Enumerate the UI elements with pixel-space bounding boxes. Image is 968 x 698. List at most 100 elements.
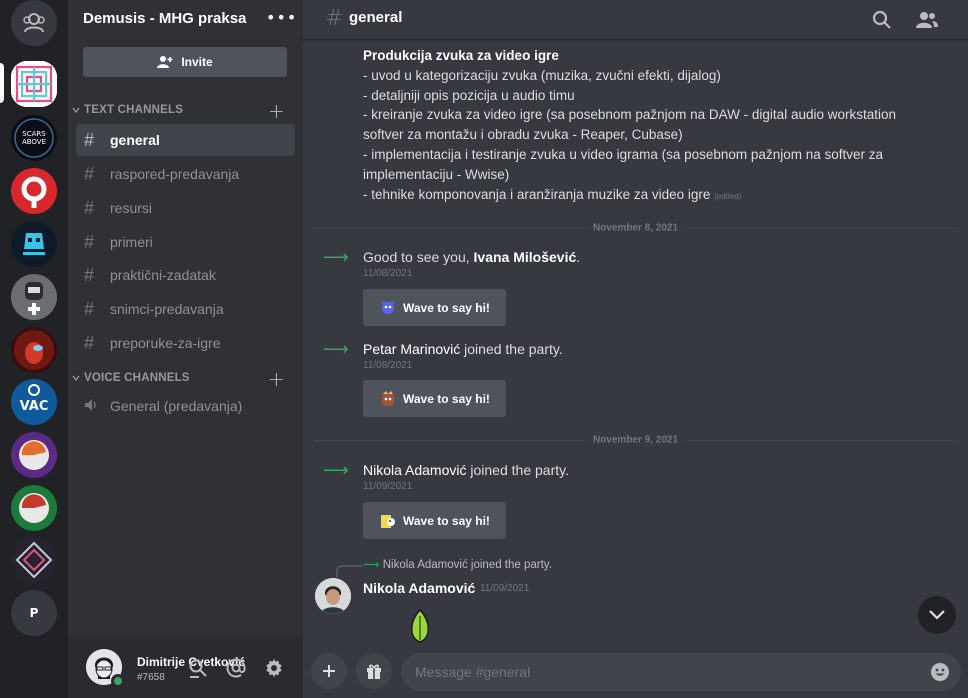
date-divider-label: November 9, 2021 [584,434,687,446]
selected-server-indicator [0,63,4,103]
server-among-us[interactable] [11,327,57,373]
join-arrow-icon: ⟶ [363,559,380,571]
attach-button[interactable] [311,653,347,689]
emoji-button[interactable] [929,661,951,683]
invite-label: Invite [181,55,213,69]
channel-general[interactable]: # general [76,124,295,156]
member-name[interactable]: Ivana Milošević [474,249,577,265]
user-settings-button[interactable] [263,657,285,679]
jump-to-bottom-button[interactable] [918,596,956,634]
emoji-icon [931,663,949,681]
gift-button[interactable] [356,653,392,689]
wave-button[interactable]: Wave to say hi! [363,502,506,539]
channel-sidebar: Demusis - MHG praksa ••• Invite TEXT CHA… [68,0,303,698]
sticker-wave-icon [382,390,394,406]
green-leaf-sticker-icon [411,608,429,643]
channel-resursi[interactable]: # resursi [76,192,295,224]
date-divider: November 9, 2021 [313,434,958,446]
online-status-indicator [111,674,125,688]
hash-icon: # [84,332,95,353]
server-p[interactable]: P [11,590,57,636]
channel-name: praktični-zadatak [110,267,216,283]
mentions-button[interactable] [225,657,247,679]
speaker-icon [84,396,110,417]
server-reaper-purple[interactable] [11,432,57,478]
diamond-logo-icon [15,541,53,579]
category-text-channels[interactable]: TEXT CHANNELS [72,104,183,116]
member-list-button[interactable] [915,8,939,32]
vac-icon: VAC [20,384,48,414]
members-icon [916,12,938,28]
join-arrow-icon: ⟶ [323,460,349,481]
red-logo-icon [21,176,47,208]
channel-name: primeri [110,234,153,250]
scars-above-icon: SCARS ABOVE [14,118,54,158]
server-initial: P [29,606,39,620]
course-message: Produkcija zvuka za video igre - uvod u … [363,46,896,206]
server-robot[interactable] [11,274,57,320]
message-timestamp: 11/09/2021 [363,481,413,492]
message-input[interactable] [401,653,961,691]
channel-primeri[interactable]: # primeri [76,226,295,258]
user-tag: #7658 [137,672,165,683]
server-scars-above[interactable]: SCARS ABOVE [11,115,57,161]
server-vac[interactable]: VAC [11,379,57,425]
server-madhead[interactable] [11,221,57,267]
home-button[interactable] [11,0,57,46]
create-voice-channel-button[interactable]: + [268,369,285,389]
reply-reference[interactable]: ⟶ Nikola Adamović joined the party. [363,557,552,571]
locked-hash-icon: # [84,231,95,252]
system-message: Good to see you, Ivana Milošević. [363,249,581,265]
member-name[interactable]: Nikola Adamović [363,462,467,478]
guild-name[interactable]: Demusis - MHG praksa [83,10,246,27]
message-heading: Produkcija zvuka za video igre [363,48,559,63]
date-divider: November 8, 2021 [313,222,958,234]
search-icon [872,10,891,29]
channel-raspored-predavanja[interactable]: # raspored-predavanja [76,158,295,190]
at-sign-icon [226,658,246,678]
demusis-logo-icon [11,61,57,107]
guild-menu-button[interactable]: ••• [266,8,297,27]
wave-button[interactable]: Wave to say hi! [363,380,506,417]
wave-button[interactable]: Wave to say hi! [363,289,506,326]
category-voice-channels[interactable]: VOICE CHANNELS [72,372,190,384]
sticker-wave-icon [381,514,395,528]
invite-button[interactable]: Invite [83,47,287,77]
message-line: - kreiranje zvuka za video igre (sa pose… [363,107,896,123]
server-red-logo[interactable] [11,168,57,214]
message-line: - implementacija i testiranje zvuka u vi… [363,146,883,162]
voice-channel-general[interactable]: General (predavanja) [76,390,295,422]
chevron-down-icon [72,375,80,382]
channel-snimci-predavanja[interactable]: # snimci-predavanja [76,293,295,325]
join-arrow-icon: ⟶ [323,247,349,268]
channel-prakticni-zadatak[interactable]: # praktični-zadatak [76,259,295,291]
server-reaper-green[interactable] [11,485,57,531]
channel-preporuke-za-igre[interactable]: # preporuke-za-igre [76,327,295,359]
edited-label: (edited) [714,191,742,201]
category-label: VOICE CHANNELS [84,372,190,384]
member-name[interactable]: Petar Marinović [363,341,460,357]
server-diamond[interactable] [11,537,57,583]
madhead-icon [23,233,45,255]
svg-text:SCARS: SCARS [22,130,46,138]
system-message: Petar Marinović joined the party. [363,341,563,357]
chat-area: # general Produkcija zvuka za video igre [303,0,968,698]
user-panel: Dimitrije Cvetković #7658 [68,636,303,698]
hash-icon: # [84,197,95,218]
category-label: TEXT CHANNELS [84,104,184,116]
robot-add-icon [25,282,43,315]
search-user-button[interactable] [187,657,209,679]
avatar[interactable] [315,578,351,614]
server-demusis[interactable] [11,61,57,107]
gift-icon [367,664,381,679]
create-text-channel-button[interactable]: + [268,101,285,121]
system-message: Nikola Adamović joined the party. [363,462,569,478]
reaper-green-icon [19,493,49,523]
search-button[interactable] [870,8,894,32]
gear-icon [266,659,282,677]
reply-spine [336,565,362,577]
channel-name: snimci-predavanja [110,301,224,317]
message-timestamp: 11/08/2021 [363,360,413,371]
channel-name: resursi [110,200,153,216]
message-author[interactable]: Nikola Adamović [363,580,475,596]
